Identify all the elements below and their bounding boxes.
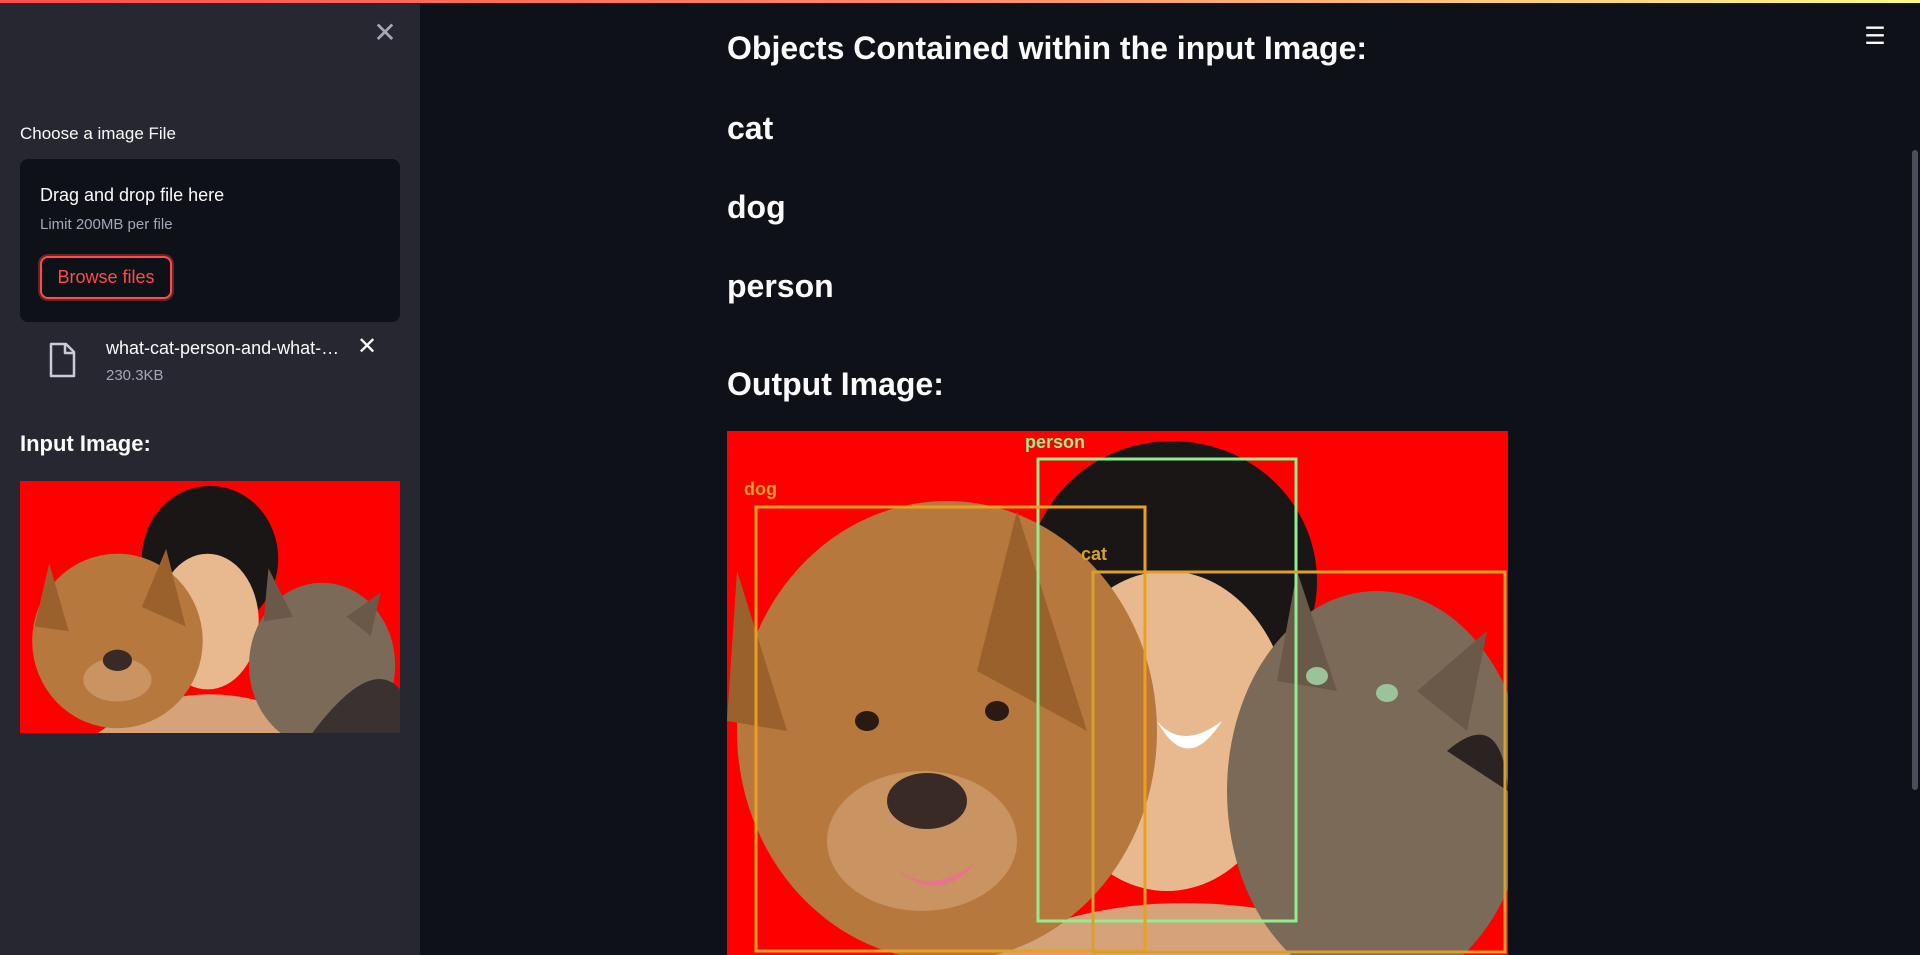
object-label: person xyxy=(727,268,834,304)
output-image-heading: Output Image: xyxy=(727,366,944,402)
objects-heading: Objects Contained within the input Image… xyxy=(727,30,1368,66)
uploaded-file: what-cat-person-and-what-… 230.3KB ✕ xyxy=(20,332,400,392)
top-decoration-bar xyxy=(0,0,1920,3)
input-image xyxy=(20,481,400,733)
file-size: 230.3KB xyxy=(106,367,164,384)
file-name: what-cat-person-and-what-… xyxy=(106,338,340,358)
hamburger-menu-icon[interactable]: ☰ xyxy=(1860,22,1890,52)
input-image-heading: Input Image: xyxy=(20,431,151,456)
file-dropzone[interactable]: Drag and drop file here Limit 200MB per … xyxy=(20,159,400,322)
close-icon[interactable]: ✕ xyxy=(370,18,400,48)
dropzone-limit: Limit 200MB per file xyxy=(40,216,173,233)
uploader-label: Choose a image File xyxy=(20,124,176,143)
file-icon xyxy=(49,342,76,378)
object-label: dog xyxy=(727,189,786,225)
object-label: cat xyxy=(727,110,774,146)
remove-file-button[interactable]: ✕ xyxy=(352,332,382,362)
browse-files-button[interactable]: Browse files xyxy=(40,256,172,299)
detection-label-cat: cat xyxy=(1081,544,1107,564)
dropzone-title: Drag and drop file here xyxy=(40,185,225,205)
detection-label-dog: dog xyxy=(744,479,777,499)
output-image: person dog cat xyxy=(727,431,1508,955)
scrollbar[interactable] xyxy=(1912,150,1918,790)
sidebar: ✕ Choose a image File Drag and drop file… xyxy=(0,0,420,955)
detection-label-person: person xyxy=(1025,432,1085,452)
